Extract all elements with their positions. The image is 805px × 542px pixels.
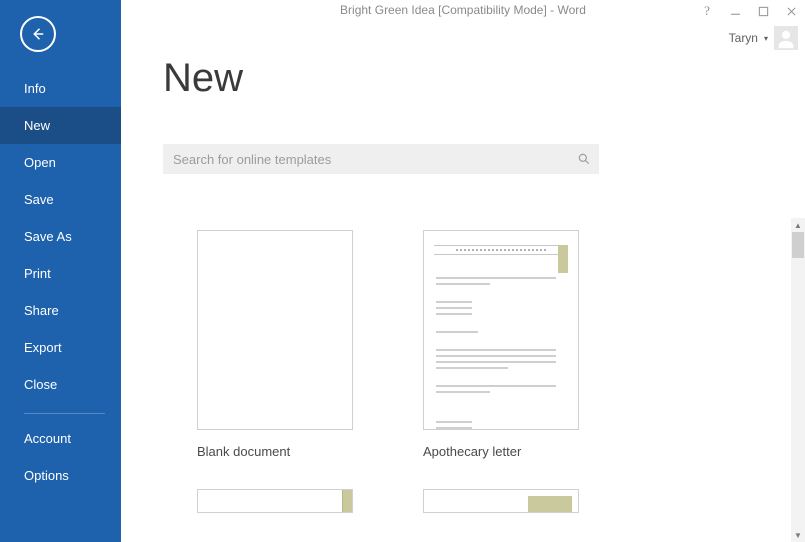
vertical-scrollbar[interactable]: ▲ ▼ bbox=[791, 218, 805, 542]
template-thumbnail bbox=[423, 230, 579, 430]
scrollbar-track[interactable] bbox=[791, 232, 805, 528]
nav-open[interactable]: Open bbox=[0, 144, 121, 181]
template-blank-document[interactable]: Blank document bbox=[197, 230, 353, 459]
user-name: Taryn bbox=[729, 31, 758, 45]
scroll-up-button[interactable]: ▲ bbox=[791, 218, 805, 232]
nav-share[interactable]: Share bbox=[0, 292, 121, 329]
nav-account[interactable]: Account bbox=[0, 420, 121, 457]
nav-divider bbox=[24, 413, 105, 414]
user-account[interactable]: Taryn ▾ bbox=[729, 26, 798, 50]
main-area: Bright Green Idea [Compatibility Mode] -… bbox=[121, 0, 805, 542]
template-thumbnail bbox=[197, 230, 353, 430]
template-item-partial[interactable] bbox=[423, 489, 579, 513]
nav-options[interactable]: Options bbox=[0, 457, 121, 494]
nav-save-as[interactable]: Save As bbox=[0, 218, 121, 255]
template-thumbnail bbox=[197, 489, 353, 513]
maximize-icon bbox=[758, 6, 769, 17]
back-button[interactable] bbox=[20, 16, 56, 52]
scroll-down-button[interactable]: ▼ bbox=[791, 528, 805, 542]
nav-info[interactable]: Info bbox=[0, 70, 121, 107]
help-button[interactable]: ? bbox=[693, 0, 721, 22]
search-container bbox=[163, 144, 599, 174]
page-title: New bbox=[163, 56, 243, 101]
template-label: Blank document bbox=[197, 444, 353, 459]
nav-close[interactable]: Close bbox=[0, 366, 121, 403]
search-input[interactable] bbox=[163, 152, 569, 167]
close-window-button[interactable] bbox=[777, 0, 805, 22]
avatar bbox=[774, 26, 798, 50]
nav-export[interactable]: Export bbox=[0, 329, 121, 366]
minimize-button[interactable] bbox=[721, 0, 749, 22]
chevron-down-icon: ▾ bbox=[764, 34, 768, 43]
nav-list: Info New Open Save Save As Print Share E… bbox=[0, 70, 121, 494]
window-controls: ? bbox=[693, 0, 805, 22]
template-apothecary-letter[interactable]: Apothecary letter bbox=[423, 230, 579, 459]
template-thumbnail bbox=[423, 489, 579, 513]
person-icon bbox=[775, 28, 797, 50]
nav-print[interactable]: Print bbox=[0, 255, 121, 292]
template-label: Apothecary letter bbox=[423, 444, 579, 459]
title-bar: Bright Green Idea [Compatibility Mode] -… bbox=[121, 0, 805, 24]
arrow-left-icon bbox=[29, 25, 47, 43]
scrollbar-thumb[interactable] bbox=[792, 232, 804, 258]
nav-new[interactable]: New bbox=[0, 107, 121, 144]
help-icon: ? bbox=[704, 3, 710, 19]
template-gallery: Blank document bbox=[163, 218, 791, 542]
template-item-partial[interactable] bbox=[197, 489, 353, 513]
close-icon bbox=[786, 6, 797, 17]
maximize-button[interactable] bbox=[749, 0, 777, 22]
backstage-sidebar: Info New Open Save Save As Print Share E… bbox=[0, 0, 121, 542]
search-button[interactable] bbox=[569, 144, 599, 174]
search-icon bbox=[577, 152, 591, 166]
nav-save[interactable]: Save bbox=[0, 181, 121, 218]
minimize-icon bbox=[730, 6, 741, 17]
